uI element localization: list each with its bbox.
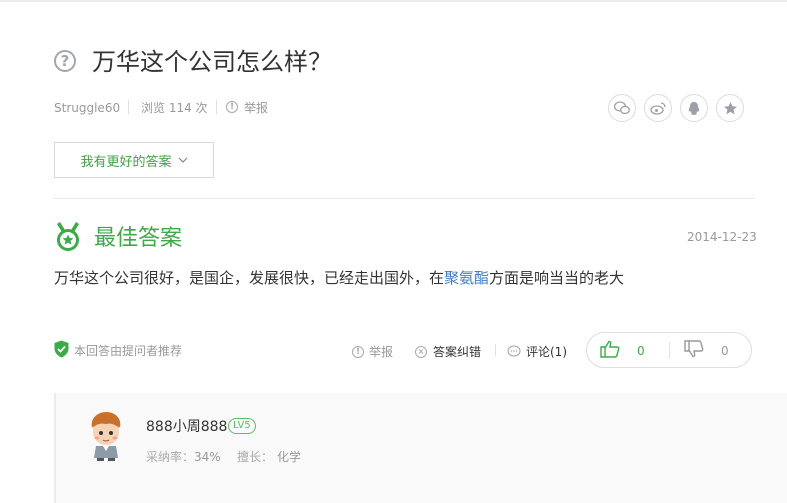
best-answer-label: 最佳答案 <box>94 226 183 251</box>
adoption-label: 采纳率： <box>146 450 195 464</box>
question-icon: ? <box>54 50 76 72</box>
expertise-label: 擅长： <box>237 450 274 464</box>
expertise: 擅长： 化学 <box>237 448 301 465</box>
qq-share-button[interactable] <box>680 94 708 122</box>
comment-icon <box>507 345 521 357</box>
medal-icon <box>54 221 82 257</box>
favorite-button[interactable] <box>716 94 744 122</box>
answer-text-part: 万华这个公司很好，是国企，发展很快，已经走出国外，在 <box>54 269 445 287</box>
expertise-value[interactable]: 化学 <box>277 450 301 464</box>
answerer-card-border <box>54 393 56 503</box>
chevron-down-icon <box>178 157 187 163</box>
qq-icon <box>688 101 700 115</box>
correct-answer-label: 答案纠错 <box>433 345 482 359</box>
answer-text-part: 方面是响当当的老大 <box>489 269 625 287</box>
report-answer-button[interactable]: ! 举报 <box>352 343 393 360</box>
wechat-icon <box>614 101 630 115</box>
like-button[interactable] <box>600 340 620 362</box>
dislike-button[interactable] <box>684 340 704 362</box>
thumbs-up-icon <box>600 340 620 358</box>
meta-divider <box>128 100 129 114</box>
report-question-label[interactable]: 举报 <box>244 100 268 116</box>
comment-label: 评论(1) <box>526 345 567 359</box>
level-badge: LV5 <box>228 418 256 434</box>
report-question-button[interactable]: ! <box>226 101 238 113</box>
weibo-share-button[interactable] <box>644 94 672 122</box>
shield-check-icon <box>54 340 69 362</box>
warning-icon: ! <box>226 101 238 113</box>
view-count: 浏览 114 次 <box>141 101 208 115</box>
comment-button[interactable]: 评论(1) <box>507 343 567 360</box>
like-count: 0 <box>637 344 645 358</box>
answer-date: 2014-12-23 <box>687 230 757 244</box>
top-border <box>0 0 787 2</box>
better-answer-label: 我有更好的答案 <box>80 154 172 170</box>
avatar[interactable] <box>84 410 128 466</box>
section-divider <box>54 198 754 199</box>
adoption-rate: 采纳率：34% <box>146 448 221 465</box>
correct-answer-button[interactable]: × 答案纠错 <box>415 343 481 360</box>
answerer-name[interactable]: 888小周888 <box>146 416 227 436</box>
meta-divider <box>216 100 217 114</box>
adoption-value: 34% <box>194 450 221 464</box>
star-icon <box>723 101 737 114</box>
dislike-count: 0 <box>721 344 729 358</box>
better-answer-button[interactable]: 我有更好的答案 <box>54 142 214 178</box>
recommend-note: 本回答由提问者推荐 <box>74 344 183 358</box>
author-link[interactable]: Struggle60 <box>54 100 120 116</box>
answer-text: 万华这个公司很好，是国企，发展很快，已经走出国外，在聚氨酯方面是响当当的老大 <box>54 267 624 289</box>
vote-divider <box>669 342 670 358</box>
warning-icon: ! <box>352 345 364 358</box>
question-title: 万华这个公司怎么样？ <box>92 48 332 76</box>
weibo-icon <box>650 102 666 115</box>
thumbs-down-icon <box>684 340 704 358</box>
keyword-link[interactable]: 聚氨酯 <box>444 269 489 287</box>
error-x-icon: × <box>415 345 427 358</box>
report-answer-label: 举报 <box>369 345 394 359</box>
wechat-share-button[interactable] <box>608 94 636 122</box>
action-divider <box>495 344 496 356</box>
